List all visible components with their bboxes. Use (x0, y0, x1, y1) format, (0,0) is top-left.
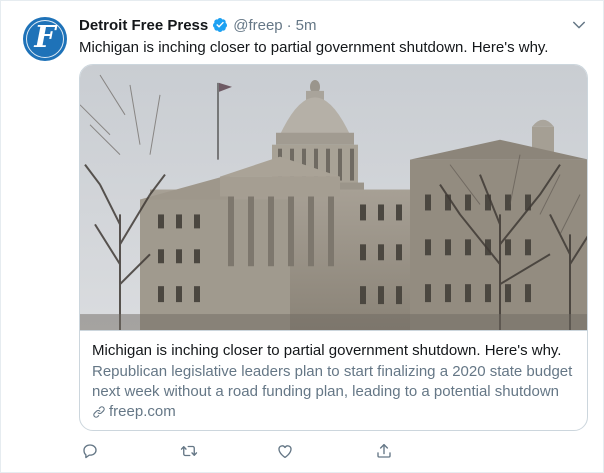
link-icon (93, 406, 105, 418)
card-domain[interactable]: freep.com (92, 402, 577, 422)
avatar-ring (26, 20, 64, 58)
avatar[interactable]: F (23, 17, 67, 61)
share-icon[interactable] (375, 442, 393, 460)
timestamp[interactable]: 5m (296, 17, 317, 34)
heart-icon[interactable] (276, 442, 294, 460)
author-handle[interactable]: @freep (233, 17, 282, 34)
card-description: Republican legislative leaders plan to s… (92, 363, 573, 400)
verified-badge-icon (213, 18, 228, 32)
link-card[interactable]: Michigan is inching closer to partial go… (79, 64, 588, 431)
tweet-text: Michigan is inching closer to partial go… (79, 39, 549, 56)
retweet-icon[interactable] (180, 442, 198, 460)
chevron-down-icon[interactable] (570, 16, 588, 34)
separator-dot: · (286, 16, 292, 34)
tweet-header: Detroit Free Press @freep · 5m (79, 15, 317, 35)
card-body: Michigan is inching closer to partial go… (80, 331, 587, 430)
card-domain-text: freep.com (109, 403, 176, 420)
reply-icon[interactable] (81, 442, 99, 460)
michigan-capitol-photo[interactable] (80, 65, 588, 331)
author-name[interactable]: Detroit Free Press (79, 17, 208, 34)
card-title[interactable]: Michigan is inching closer to partial go… (92, 341, 577, 360)
tweet-actions (79, 442, 479, 462)
tweet[interactable]: F Detroit Free Press @freep · 5m Michiga… (0, 0, 604, 473)
